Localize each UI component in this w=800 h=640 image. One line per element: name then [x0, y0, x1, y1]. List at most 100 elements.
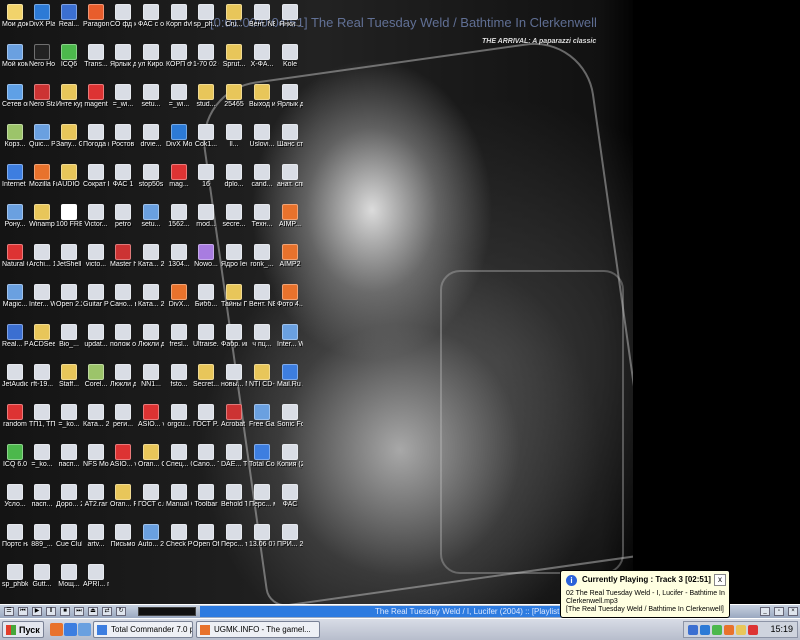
- shuffle-button[interactable]: ⇄: [102, 607, 112, 616]
- desktop-icon[interactable]: 1304...: [166, 244, 192, 278]
- desktop-icon[interactable]: Выход из в...: [249, 84, 275, 118]
- desktop-icon[interactable]: Kole: [277, 44, 303, 78]
- desktop-icon[interactable]: stud...: [193, 84, 219, 118]
- desktop-icon[interactable]: AT2.rar: [83, 484, 109, 518]
- volume-tray-icon[interactable]: [748, 625, 758, 635]
- desktop-icon[interactable]: Шанс стат...: [277, 124, 303, 158]
- desktop-icon[interactable]: =_ko...: [29, 444, 55, 478]
- desktop-icon[interactable]: drvie...: [138, 124, 164, 158]
- desktop-icon[interactable]: ул Кирo...: [138, 44, 164, 78]
- desktop-icon[interactable]: Auto... 2008: [138, 524, 164, 558]
- desktop-icon[interactable]: Total Com...: [249, 444, 275, 478]
- desktop-icon[interactable]: Янки...: [277, 4, 303, 38]
- desktop-icon[interactable]: Cano... Toolb...: [193, 444, 219, 478]
- desktop-icon[interactable]: sp_phbk: [2, 564, 28, 598]
- desktop-icon[interactable]: Бибб...: [193, 284, 219, 318]
- desktop-icon[interactable]: Люкли дыхо...: [138, 324, 164, 358]
- desktop-icon[interactable]: Magic...: [2, 284, 28, 318]
- pause-button[interactable]: Ⅱ: [46, 607, 56, 616]
- desktop-icon[interactable]: новы... NEW...: [221, 364, 247, 398]
- desktop-icon[interactable]: анат. списо...: [277, 164, 303, 198]
- notification-close-button[interactable]: x: [714, 574, 726, 586]
- desktop-icon[interactable]: Acrobat Read...: [221, 404, 247, 438]
- desktop-icon[interactable]: petro: [110, 204, 136, 238]
- desktop-icon[interactable]: cand...: [249, 164, 275, 198]
- desktop-icon[interactable]: ПРИ... 27.03...: [277, 524, 303, 558]
- desktop-icon[interactable]: Ultraise... SX3: [193, 324, 219, 358]
- desktop-icon[interactable]: Ката... 2006 ...: [83, 404, 109, 438]
- open-file-button[interactable]: ⏏: [88, 607, 98, 616]
- desktop-icon[interactable]: Перс... типе...: [221, 524, 247, 558]
- desktop-icon[interactable]: Запу... Googl...: [56, 124, 82, 158]
- desktop-icon[interactable]: ronk_...: [249, 244, 275, 278]
- desktop-icon[interactable]: ICQ6: [56, 44, 82, 78]
- desktop-icon[interactable]: stop50s: [138, 164, 164, 198]
- desktop-icon[interactable]: AIMP...: [277, 204, 303, 238]
- desktop-icon[interactable]: 889_...: [29, 524, 55, 558]
- desktop-icon[interactable]: orgcu...: [166, 404, 192, 438]
- desktop-icon[interactable]: пасп...: [29, 484, 55, 518]
- desktop-icon[interactable]: Люкли дыхо...: [110, 364, 136, 398]
- desktop-icon[interactable]: Staff...: [56, 364, 82, 398]
- play-button[interactable]: ▶: [32, 607, 42, 616]
- desktop-icon[interactable]: Рону...: [2, 204, 28, 238]
- desktop-icon[interactable]: Доро... 2221...: [56, 484, 82, 518]
- desktop-icon[interactable]: Gutt...: [29, 564, 55, 598]
- minimize-button[interactable]: _: [760, 607, 770, 616]
- desktop-icon[interactable]: Nero Home: [29, 44, 55, 78]
- desktop-icon[interactable]: Письмо: [110, 524, 136, 558]
- desktop-icon[interactable]: пасп...: [56, 444, 82, 478]
- desktop-icon[interactable]: Real...: [56, 4, 82, 38]
- start-button[interactable]: Пуск: [2, 621, 44, 638]
- desktop-icon[interactable]: 16: [193, 164, 219, 198]
- desktop-icon[interactable]: NTI CD-M...: [249, 364, 275, 398]
- restore-button[interactable]: ▫: [774, 607, 784, 616]
- desktop-icon[interactable]: Сократ Перс...: [83, 164, 109, 198]
- desktop-icon[interactable]: Х-ФА...: [249, 44, 275, 78]
- desktop-icon[interactable]: ll...: [221, 124, 247, 158]
- desktop-icon[interactable]: CO фд корт: [110, 4, 136, 38]
- desktop-icon[interactable]: =_wi...: [166, 84, 192, 118]
- desktop-icon[interactable]: iAUDIO 6 Ru...: [56, 164, 82, 198]
- desktop-icon[interactable]: Manual Can...: [166, 484, 192, 518]
- desktop-icon[interactable]: NN1...: [138, 364, 164, 398]
- desktop-icon[interactable]: Paragon Partiti...: [83, 4, 109, 38]
- desktop-icon[interactable]: 13.06 07 в...: [249, 524, 275, 558]
- desktop-icon[interactable]: ГОСТ с.п...: [138, 484, 164, 518]
- desktop-icon[interactable]: Toolbar: [193, 484, 219, 518]
- desktop-icon[interactable]: Мощ...: [56, 564, 82, 598]
- desktop-icon[interactable]: sp_ph...: [193, 4, 219, 38]
- desktop-icon[interactable]: ГОСТ Р...: [193, 404, 219, 438]
- desktop-icon[interactable]: fsto...: [166, 364, 192, 398]
- desktop-icon[interactable]: Real... Player: [2, 324, 28, 358]
- desktop-icon[interactable]: Open Offic...: [193, 524, 219, 558]
- aimp-tray-icon[interactable]: [736, 625, 746, 635]
- desktop-icon[interactable]: ASIO... v2.0...: [138, 404, 164, 438]
- show-desktop-icon[interactable]: [78, 623, 91, 636]
- desktop-icon[interactable]: Мои докум...: [2, 4, 28, 38]
- desktop-icon[interactable]: Ярлык для...: [277, 84, 303, 118]
- desktop-icon[interactable]: Internet Explorer: [2, 164, 28, 198]
- desktop-icon[interactable]: random: [2, 404, 28, 438]
- desktop-icon[interactable]: полож осно...: [110, 324, 136, 358]
- desktop-icon[interactable]: Вент. NEW...: [249, 4, 275, 38]
- desktop-icon[interactable]: APRI... приё...: [83, 564, 109, 598]
- desktop-icon[interactable]: magent: [83, 84, 109, 118]
- desktop-icon[interactable]: DAE... Tools: [221, 444, 247, 478]
- desktop-icon[interactable]: Natural Color: [2, 244, 28, 278]
- desktop-icon[interactable]: setu...: [138, 204, 164, 238]
- desktop-icon[interactable]: Спец... 04...: [166, 444, 192, 478]
- stop-button[interactable]: ■: [60, 607, 70, 616]
- desktop-icon[interactable]: Inter... WinD...: [29, 284, 55, 318]
- desktop-icon[interactable]: ICQ 6.0: [2, 444, 28, 478]
- desktop-icon[interactable]: JetShell: [56, 244, 82, 278]
- desktop-icon[interactable]: victo...: [83, 244, 109, 278]
- desktop-icon[interactable]: Ядро Iewu...: [221, 244, 247, 278]
- desktop-icon[interactable]: Oran... Catalog: [138, 444, 164, 478]
- desktop-icon[interactable]: setu...: [138, 84, 164, 118]
- desktop-icon[interactable]: Фото 4...: [277, 284, 303, 318]
- player-menu-button[interactable]: ☰: [4, 607, 14, 616]
- desktop-icon[interactable]: Nowo...: [193, 244, 219, 278]
- desktop-icon[interactable]: реги...: [110, 404, 136, 438]
- desktop-icon[interactable]: AIMP2: [277, 244, 303, 278]
